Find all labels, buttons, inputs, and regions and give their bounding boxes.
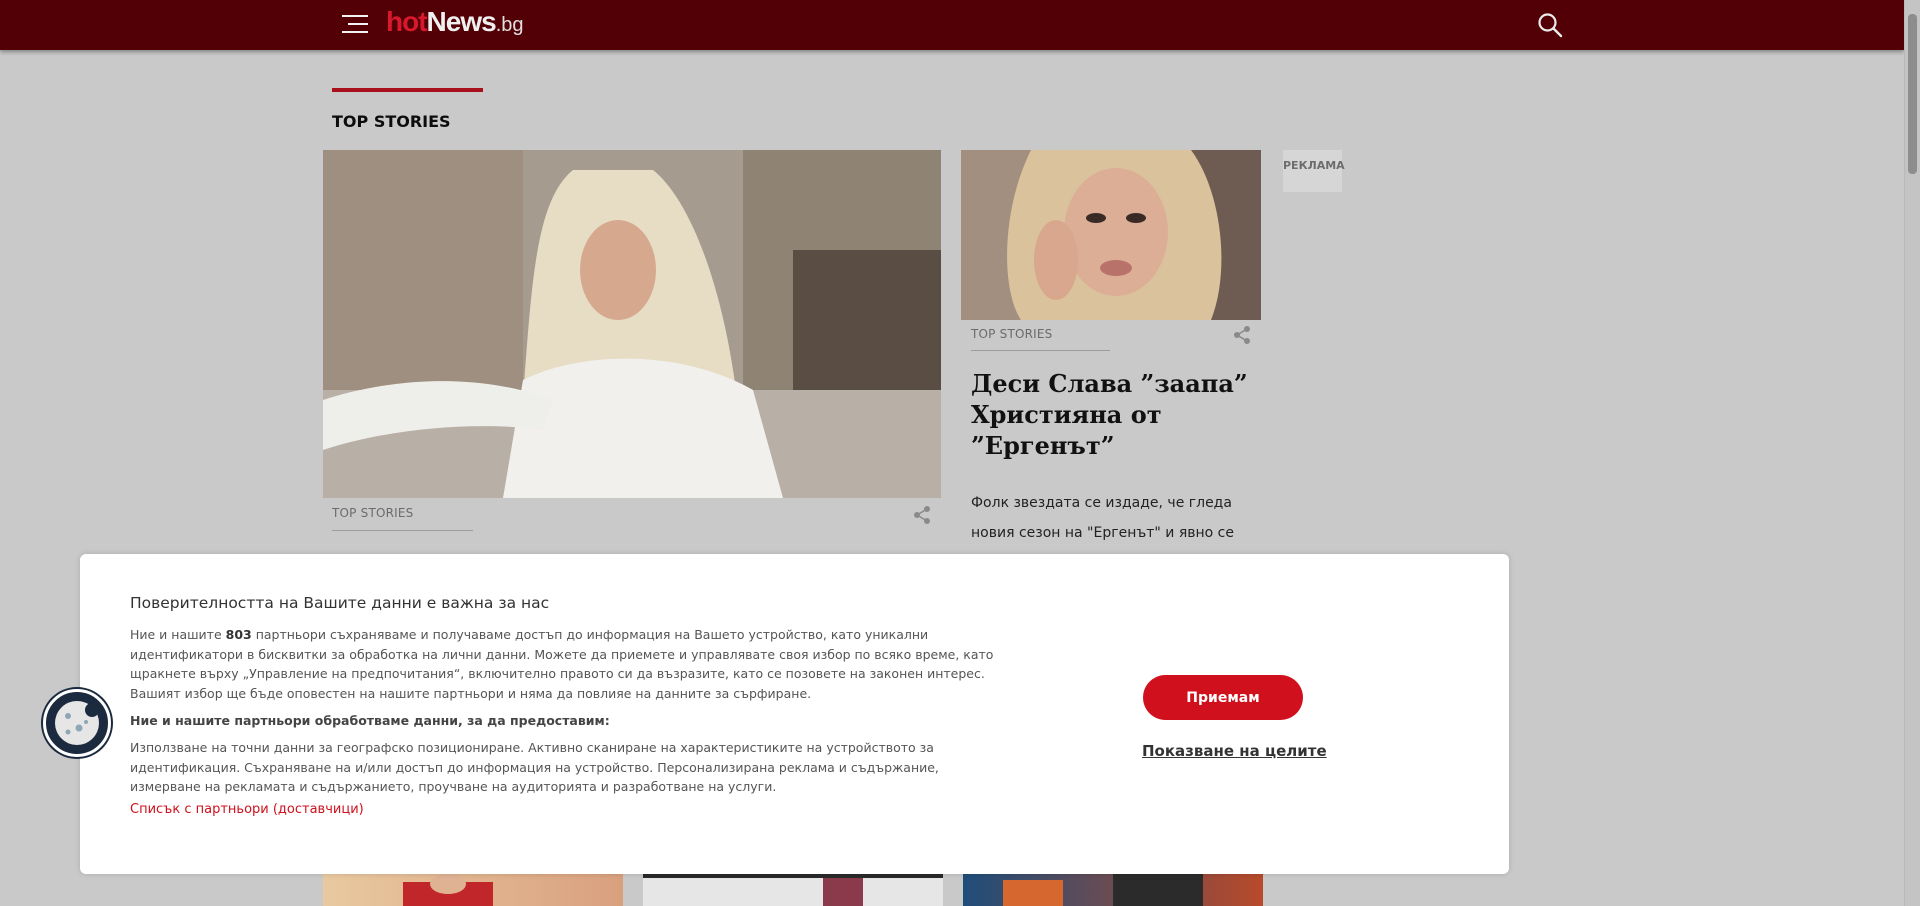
consent-intro: Ние и нашите 803 партньори съхраняваме и… — [130, 625, 1000, 703]
page-scrollbar[interactable] — [1904, 0, 1920, 906]
scrollbar-thumb[interactable] — [1908, 14, 1917, 174]
partners-list-link[interactable]: Списък с партньори (доставчици) — [130, 802, 364, 817]
share-icon[interactable] — [1232, 325, 1252, 345]
hero-photo — [323, 150, 941, 498]
consent-intro-start: Ние и нашите — [130, 627, 226, 642]
consent-purposes-text: Използване на точни данни за географско … — [130, 740, 939, 794]
menu-line — [342, 15, 368, 17]
hero-category-label[interactable]: TOP STORIES — [332, 506, 414, 520]
hero-article-image[interactable] — [323, 150, 941, 498]
logo-tld: .bg — [495, 14, 524, 36]
share-icon[interactable] — [912, 505, 932, 525]
show-purposes-link[interactable]: Показване на целите — [1142, 742, 1327, 760]
logo-news: News — [426, 6, 497, 37]
accept-button[interactable]: Приемам — [1143, 675, 1303, 720]
section-title: TOP STORIES — [332, 112, 451, 131]
bottom-article-image[interactable] — [323, 872, 623, 906]
search-icon[interactable] — [1537, 12, 1563, 38]
side-article-headline[interactable]: Деси Слава ”зaапа” Християна от ”Ергенът… — [971, 368, 1261, 461]
side-article-image[interactable] — [961, 150, 1261, 320]
consent-subtitle: Ние и нашите партньори обработваме данни… — [130, 713, 610, 728]
menu-line — [348, 23, 368, 25]
site-logo[interactable]: hotNews.bg — [386, 6, 524, 38]
ad-placeholder: РЕКЛАМА — [1283, 150, 1345, 192]
side-category-rule — [971, 350, 1110, 351]
bottom-article-image[interactable] — [963, 872, 1263, 906]
consent-title: Поверителността на Вашите данни е важна … — [130, 594, 550, 612]
cookie-settings-button[interactable] — [43, 689, 111, 757]
bottom-photo — [1003, 872, 1203, 906]
site-header: hotNews.bg — [0, 0, 1904, 50]
section-accent-line — [332, 88, 483, 92]
bottom-photo — [403, 874, 493, 906]
cookie-icon — [55, 701, 99, 745]
ad-label: РЕКЛАМА — [1283, 159, 1345, 172]
partner-count: 803 — [225, 627, 252, 642]
bottom-article-image[interactable] — [643, 872, 943, 906]
consent-intro-end: партньори съхраняваме и получаваме достъ… — [130, 627, 994, 701]
logo-hot: hot — [386, 6, 428, 37]
side-photo — [961, 150, 1261, 320]
hero-category-rule — [332, 530, 473, 531]
bottom-photo — [643, 872, 943, 906]
side-category-label[interactable]: TOP STORIES — [971, 327, 1053, 341]
hamburger-menu-icon[interactable] — [342, 13, 368, 35]
menu-line — [342, 31, 368, 33]
consent-dialog: Поверителността на Вашите данни е важна … — [80, 554, 1509, 874]
